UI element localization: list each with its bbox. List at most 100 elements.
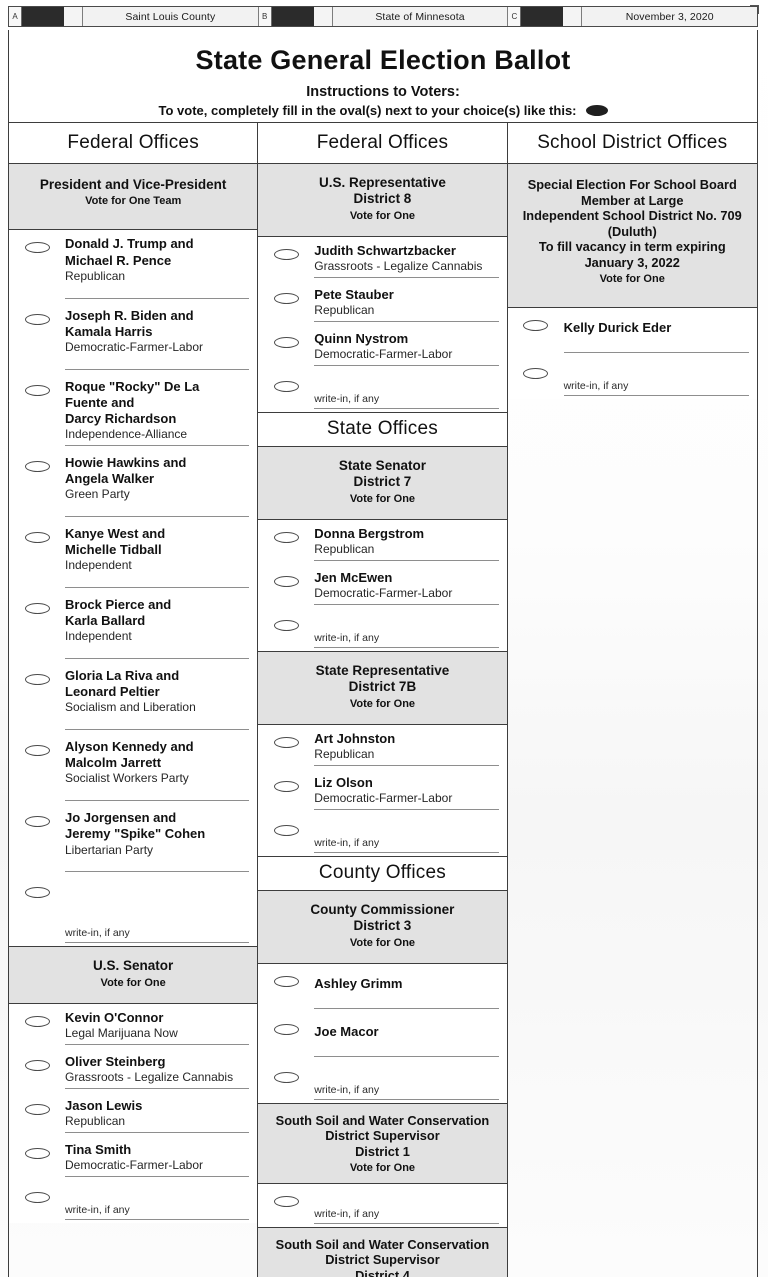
vote-oval-icon[interactable] (24, 242, 50, 254)
write-in-row[interactable]: write-in, if any (258, 1060, 506, 1103)
vote-oval-icon[interactable] (24, 816, 50, 828)
vote-target[interactable] (9, 810, 65, 828)
vote-target[interactable] (258, 243, 314, 260)
vote-oval-icon[interactable] (24, 1103, 50, 1115)
vote-target[interactable] (258, 970, 314, 987)
vote-target[interactable] (9, 739, 65, 757)
vote-target[interactable] (258, 614, 314, 631)
write-in-row[interactable]: write-in, if any (9, 875, 257, 946)
vote-target[interactable] (258, 526, 314, 543)
vote-oval-icon[interactable] (24, 1147, 50, 1159)
candidate-row[interactable]: Roque "Rocky" De La Fuente and Darcy Rich… (9, 373, 257, 449)
candidate-row[interactable]: Jo Jorgensen and Jeremy "Spike" Cohen Lib… (9, 804, 257, 875)
vote-oval-icon[interactable] (24, 460, 50, 472)
vote-target[interactable] (9, 379, 65, 396)
vote-oval-icon[interactable] (273, 975, 299, 987)
candidate-row[interactable]: Howie Hawkins and Angela Walker Green Par… (9, 449, 257, 520)
write-in-row[interactable]: write-in, if any (9, 1180, 257, 1223)
vote-target[interactable] (508, 314, 564, 331)
write-in-field[interactable]: write-in, if any (65, 881, 250, 944)
vote-oval-icon[interactable] (273, 736, 299, 748)
vote-oval-icon[interactable] (273, 336, 299, 348)
vote-oval-icon[interactable] (24, 1191, 50, 1203)
vote-oval-icon[interactable] (24, 531, 50, 543)
write-in-field[interactable]: write-in, if any (314, 614, 499, 648)
write-in-field[interactable]: write-in, if any (563, 362, 749, 396)
candidate-row[interactable]: Liz Olson Democratic-Farmer-Labor (258, 769, 506, 813)
candidate-row[interactable]: Judith Schwartzbacker Grassroots - Legal… (258, 237, 506, 281)
vote-target[interactable] (9, 455, 65, 472)
write-in-field[interactable]: write-in, if any (314, 1190, 499, 1224)
vote-oval-icon[interactable] (273, 1023, 299, 1035)
vote-oval-icon[interactable] (24, 603, 50, 615)
candidate-row[interactable]: Kevin O'Connor Legal Marijuana Now (9, 1004, 257, 1048)
candidate-row[interactable]: Jen McEwen Democratic-Farmer-Labor (258, 564, 506, 608)
vote-target[interactable] (9, 236, 65, 254)
vote-target[interactable] (258, 1018, 314, 1035)
vote-target[interactable] (9, 308, 65, 325)
vote-oval-icon[interactable] (273, 531, 299, 543)
candidate-row[interactable]: Kelly Durick Eder (508, 308, 757, 356)
write-in-row[interactable]: write-in, if any (258, 1184, 506, 1227)
vote-oval-icon[interactable] (24, 1015, 50, 1027)
write-in-field[interactable]: write-in, if any (65, 1186, 250, 1220)
write-in-field[interactable]: write-in, if any (314, 819, 499, 853)
vote-target[interactable] (9, 1010, 65, 1027)
write-in-field[interactable]: write-in, if any (314, 1066, 499, 1100)
candidate-row[interactable]: Brock Pierce and Karla Ballard Independen… (9, 591, 257, 662)
vote-target[interactable] (9, 668, 65, 686)
write-in-row[interactable]: write-in, if any (258, 369, 506, 412)
candidate-row[interactable]: Alyson Kennedy and Malcolm Jarrett Social… (9, 733, 257, 804)
vote-oval-icon[interactable] (273, 380, 299, 392)
vote-target[interactable] (258, 1066, 314, 1083)
vote-target[interactable] (258, 731, 314, 748)
candidate-row[interactable]: Art Johnston Republican (258, 725, 506, 769)
vote-oval-icon[interactable] (523, 319, 549, 331)
vote-oval-icon[interactable] (273, 248, 299, 260)
vote-oval-icon[interactable] (24, 887, 50, 899)
vote-oval-icon[interactable] (24, 745, 50, 757)
candidate-row[interactable]: Jason Lewis Republican (9, 1092, 257, 1136)
candidate-row[interactable]: Quinn Nystrom Democratic-Farmer-Labor (258, 325, 506, 369)
vote-target[interactable] (9, 597, 65, 615)
vote-oval-icon[interactable] (24, 1059, 50, 1071)
candidate-row[interactable]: Donald J. Trump and Michael R. Pence Repu… (9, 230, 257, 301)
vote-target[interactable] (9, 526, 65, 543)
candidate-row[interactable]: Joe Macor (258, 1012, 506, 1060)
vote-oval-icon[interactable] (24, 674, 50, 686)
write-in-row[interactable]: write-in, if any (508, 356, 757, 399)
vote-target[interactable] (258, 775, 314, 792)
vote-target[interactable] (258, 331, 314, 348)
vote-oval-icon[interactable] (273, 824, 299, 836)
vote-target[interactable] (9, 1186, 65, 1203)
vote-target[interactable] (9, 881, 65, 899)
vote-target[interactable] (258, 570, 314, 587)
vote-target[interactable] (258, 1190, 314, 1207)
write-in-row[interactable]: write-in, if any (258, 813, 506, 856)
vote-oval-icon[interactable] (273, 1195, 299, 1207)
candidate-row[interactable]: Donna Bergstrom Republican (258, 520, 506, 564)
write-in-row[interactable]: write-in, if any (258, 608, 506, 651)
candidate-row[interactable]: Ashley Grimm (258, 964, 506, 1012)
vote-oval-icon[interactable] (273, 575, 299, 587)
vote-target[interactable] (9, 1142, 65, 1159)
candidate-row[interactable]: Tina Smith Democratic-Farmer-Labor (9, 1136, 257, 1180)
vote-target[interactable] (9, 1054, 65, 1071)
vote-target[interactable] (258, 287, 314, 304)
candidate-row[interactable]: Oliver Steinberg Grassroots - Legalize C… (9, 1048, 257, 1092)
vote-oval-icon[interactable] (273, 292, 299, 304)
vote-oval-icon[interactable] (273, 780, 299, 792)
write-in-field[interactable]: write-in, if any (314, 375, 499, 409)
candidate-row[interactable]: Gloria La Riva and Leonard Peltier Social… (9, 662, 257, 733)
vote-target[interactable] (258, 819, 314, 836)
vote-target[interactable] (258, 375, 314, 392)
candidate-row[interactable]: Pete Stauber Republican (258, 281, 506, 325)
candidate-row[interactable]: Kanye West and Michelle Tidball Independe… (9, 520, 257, 591)
vote-oval-icon[interactable] (273, 619, 299, 631)
vote-oval-icon[interactable] (24, 313, 50, 325)
vote-oval-icon[interactable] (273, 1071, 299, 1083)
vote-target[interactable] (9, 1098, 65, 1115)
candidate-row[interactable]: Joseph R. Biden and Kamala Harris Democra… (9, 302, 257, 373)
vote-oval-icon[interactable] (523, 367, 549, 379)
vote-oval-icon[interactable] (24, 384, 50, 396)
